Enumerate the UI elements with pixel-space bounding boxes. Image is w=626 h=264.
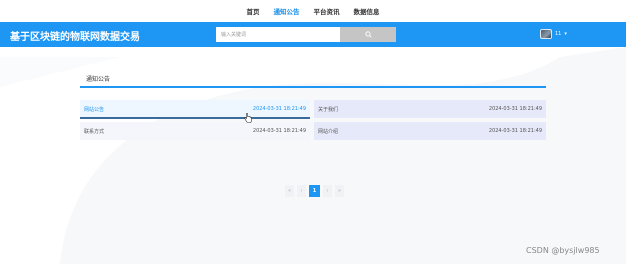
list-item-title: 网站介绍 (318, 128, 339, 135)
list-item-date: 2024-03-31 18:21:49 (252, 128, 306, 134)
search-icon (364, 31, 372, 38)
nav-news[interactable]: 平台资讯 (312, 6, 342, 16)
first-page-button[interactable]: « (285, 185, 294, 197)
title-divider (80, 86, 546, 88)
pagination: « ‹ 1 › » (285, 185, 344, 197)
header-bar: 基于区块链的物联网数据交易 11 ▾ (0, 22, 626, 47)
top-nav: 首页 通知公告 平台资讯 数据信息 (0, 0, 626, 22)
list-item-title: 网站公告 (84, 106, 105, 113)
list-item[interactable]: 联系方式 2024-03-31 18:21:49 (80, 122, 310, 140)
page-number-button[interactable]: 1 (309, 185, 320, 197)
list-item-title: 联系方式 (84, 128, 105, 135)
hover-underline (80, 117, 310, 119)
list-item-date: 2024-03-31 18:21:49 (488, 106, 542, 112)
nav-notice[interactable]: 通知公告 (272, 6, 302, 16)
chevron-down-icon: ▾ (564, 31, 567, 37)
search-input[interactable] (216, 27, 340, 42)
list-item[interactable]: 关于我们 2024-03-31 18:21:49 (314, 100, 546, 118)
list-item-date: 2024-03-31 18:21:49 (488, 128, 542, 134)
section-title: 通知公告 (86, 76, 111, 83)
search-bar (216, 27, 396, 42)
nav-data-info[interactable]: 数据信息 (352, 6, 382, 16)
list-item-title: 关于我们 (318, 106, 339, 113)
watermark: CSDN @bysjlw985 (526, 246, 600, 255)
nav-home[interactable]: 首页 (245, 6, 262, 16)
hand-cursor-icon (244, 113, 252, 123)
prev-page-button[interactable]: ‹ (297, 185, 306, 197)
user-name: 11 (555, 31, 562, 37)
next-page-button[interactable]: › (323, 185, 332, 197)
last-page-button[interactable]: » (335, 185, 344, 197)
avatar (540, 29, 552, 39)
site-title: 基于区块链的物联网数据交易 (10, 32, 140, 43)
list-item[interactable]: 网站介绍 2024-03-31 18:21:49 (314, 122, 546, 140)
search-button[interactable] (340, 27, 396, 42)
list-item[interactable]: 网站公告 2024-03-31 18:21:49 (80, 100, 310, 118)
user-menu[interactable]: 11 ▾ (540, 27, 567, 41)
list-item-date: 2024-03-31 18:21:49 (252, 106, 306, 112)
